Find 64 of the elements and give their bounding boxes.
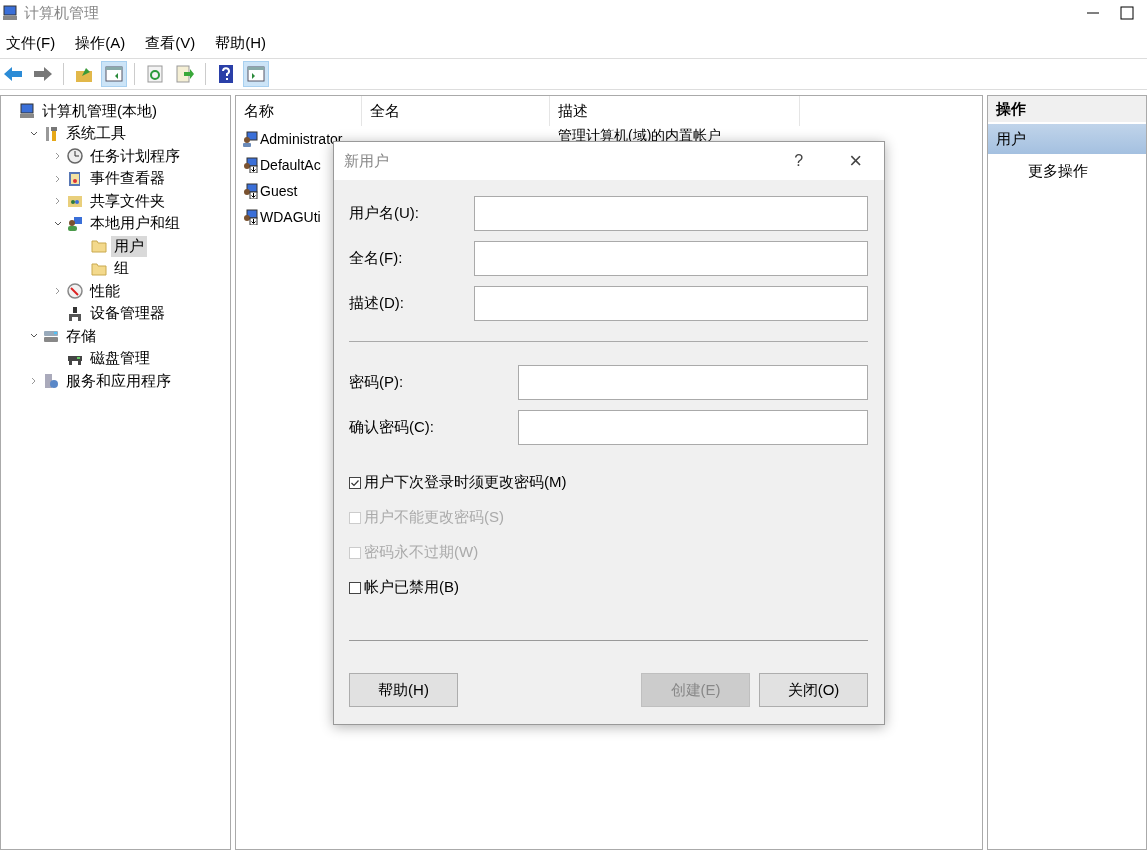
actions-header: 操作: [988, 96, 1146, 122]
checkbox[interactable]: [349, 476, 361, 489]
field-label: 描述(D):: [349, 294, 404, 313]
computer-icon: [2, 5, 18, 21]
action-link[interactable]: 更多操作: [1028, 162, 1088, 179]
tree-item[interactable]: 用户: [111, 235, 147, 257]
folder-icon: [91, 238, 107, 255]
column-header[interactable]: 描述: [550, 96, 800, 126]
column-header[interactable]: 全名: [362, 96, 550, 126]
actions-section[interactable]: 用户: [988, 124, 1146, 154]
tree-item[interactable]: 服务和应用程序: [63, 370, 174, 392]
tree-item[interactable]: 存储: [63, 325, 99, 347]
checkbox-label[interactable]: 用户下次登录时须更改密码(M): [364, 473, 567, 492]
help-icon[interactable]: ?: [794, 152, 804, 170]
disabled-user-icon: [242, 157, 258, 173]
close-icon[interactable]: ×: [849, 148, 862, 174]
checkbox-label[interactable]: 帐户已禁用(B): [364, 578, 459, 597]
tree-item[interactable]: 设备管理器: [87, 303, 168, 325]
disabled-user-icon: [242, 209, 258, 225]
field-label: 全名(F):: [349, 249, 403, 268]
folder-icon: [91, 260, 107, 277]
tree-item[interactable]: 组: [111, 258, 132, 280]
tree-item[interactable]: 性能: [87, 280, 123, 302]
column-header[interactable]: 名称: [236, 96, 362, 126]
tree-item[interactable]: 磁盘管理: [87, 348, 153, 370]
panel-toggle-icon[interactable]: [101, 61, 127, 87]
password-field[interactable]: [518, 365, 868, 400]
device-icon: [67, 305, 83, 322]
field-label: 用户名(U):: [349, 204, 419, 223]
dialog-button[interactable]: 帮助(H): [349, 673, 458, 707]
user-name[interactable]: Administrator: [260, 131, 380, 147]
tree-item[interactable]: 计算机管理(本地): [39, 100, 160, 122]
input-field[interactable]: [474, 241, 868, 276]
menu-item[interactable]: 查看(V): [145, 33, 196, 53]
storage-icon: [43, 328, 59, 345]
field-label: 密码(P):: [349, 373, 404, 392]
maximize-icon[interactable]: [1119, 5, 1135, 21]
dialog-button[interactable]: 关闭(O): [759, 673, 868, 707]
field-label: 确认密码(C):: [349, 418, 434, 437]
tree-item[interactable]: 共享文件夹: [87, 190, 168, 212]
clock-icon: [67, 148, 83, 165]
shared-folder-icon: [67, 193, 83, 210]
gauge-icon: [67, 283, 83, 300]
server-gear-icon: [43, 373, 59, 390]
tree-item[interactable]: 任务计划程序: [87, 145, 183, 167]
input-field[interactable]: [474, 286, 868, 321]
computer-icon: [19, 103, 35, 120]
user-icon: [242, 131, 258, 147]
tree-item[interactable]: 事件查看器: [87, 168, 168, 190]
log-icon: [67, 170, 83, 187]
menu-item[interactable]: 帮助(H): [215, 33, 266, 53]
menu-item[interactable]: 文件(F): [6, 33, 56, 53]
tree-item[interactable]: 本地用户和组: [87, 213, 183, 235]
checkbox[interactable]: [349, 581, 361, 594]
dialog-title: 新用户: [344, 151, 389, 171]
window-title: 计算机管理: [24, 3, 99, 23]
panel-toggle-icon[interactable]: [243, 61, 269, 87]
password-field[interactable]: [518, 410, 868, 445]
tree-item[interactable]: 系统工具: [63, 123, 129, 145]
disabled-user-icon: [242, 183, 258, 199]
menu-item[interactable]: 操作(A): [75, 33, 126, 53]
input-field[interactable]: [474, 196, 868, 231]
tools-icon: [43, 125, 59, 142]
users-icon: [67, 215, 83, 232]
